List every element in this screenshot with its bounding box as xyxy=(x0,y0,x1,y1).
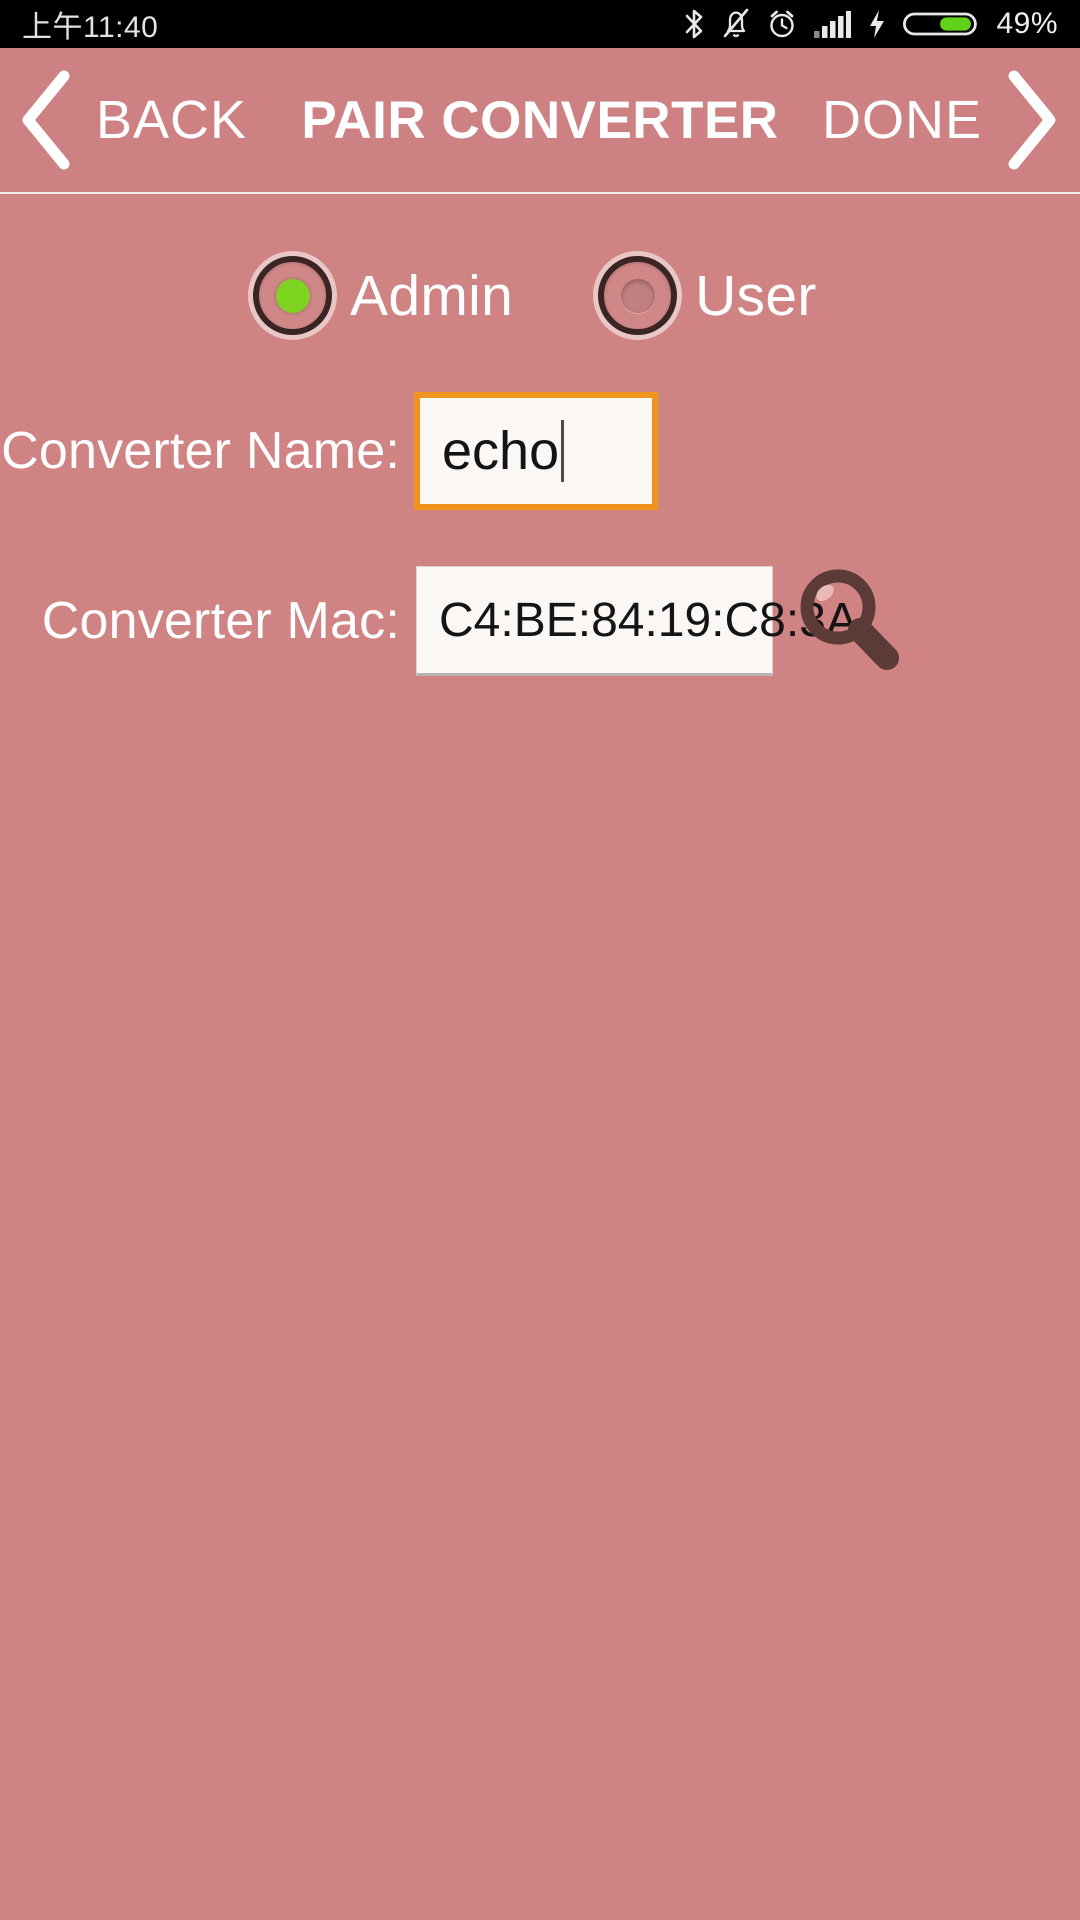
radio-dot-unselected xyxy=(620,278,655,313)
role-radio-group: Admin User xyxy=(0,256,1080,335)
radio-dot-selected xyxy=(275,278,310,313)
converter-name-row: Converter Name: echo xyxy=(0,392,1080,510)
charging-bolt-icon xyxy=(866,7,888,41)
converter-name-input[interactable]: echo xyxy=(414,392,658,510)
alarm-clock-icon xyxy=(766,7,798,41)
header-bar: BACK PAIR CONVERTER DONE xyxy=(0,48,1080,194)
status-bar-icons: 49% xyxy=(682,7,1058,41)
done-label: DONE xyxy=(821,90,982,150)
status-bar: 上午11:40 49% xyxy=(0,0,1080,48)
radio-label-admin: Admin xyxy=(350,263,514,328)
back-label: BACK xyxy=(96,90,248,150)
converter-mac-row: Converter Mac: C4:BE:84:19:C8:3A xyxy=(0,562,1080,680)
status-bar-clock: 上午11:40 xyxy=(22,11,159,44)
radio-label-user: User xyxy=(695,263,817,328)
chevron-right-icon xyxy=(996,68,1066,172)
chevron-left-icon xyxy=(12,68,82,172)
bluetooth-icon xyxy=(682,7,706,41)
text-caret xyxy=(561,420,565,482)
battery-percent-label: 49% xyxy=(996,7,1058,40)
form-content: Admin User Converter Name: echo Converte… xyxy=(0,196,1080,1920)
bell-muted-icon xyxy=(721,7,751,41)
battery-icon xyxy=(903,7,978,41)
signal-bars-icon xyxy=(813,7,852,41)
radio-option-user[interactable]: User xyxy=(598,256,817,335)
radio-button-admin[interactable] xyxy=(253,256,332,335)
converter-mac-input[interactable]: C4:BE:84:19:C8:3A xyxy=(416,566,858,676)
magnifier-icon[interactable] xyxy=(791,562,909,680)
converter-mac-label: Converter Mac: xyxy=(41,592,400,650)
radio-option-admin[interactable]: Admin xyxy=(253,256,513,335)
converter-name-label: Converter Name: xyxy=(1,422,400,480)
radio-button-user[interactable] xyxy=(598,256,678,335)
done-button[interactable]: DONE xyxy=(822,68,1066,172)
back-button[interactable]: BACK xyxy=(12,68,247,172)
converter-name-value: echo xyxy=(442,421,560,481)
